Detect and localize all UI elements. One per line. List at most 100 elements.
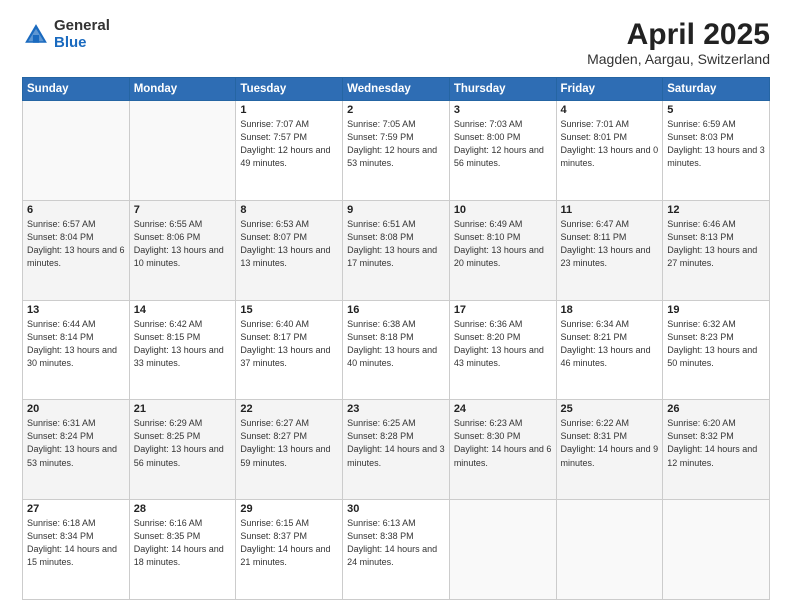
weekday-header-friday: Friday bbox=[556, 78, 663, 101]
calendar-cell bbox=[663, 500, 770, 600]
calendar-cell: 24 Sunrise: 6:23 AM Sunset: 8:30 PM Dayli… bbox=[449, 400, 556, 500]
weekday-header-sunday: Sunday bbox=[23, 78, 130, 101]
day-info: Sunrise: 6:22 AM Sunset: 8:31 PM Dayligh… bbox=[561, 417, 659, 469]
calendar-cell: 17 Sunrise: 6:36 AM Sunset: 8:20 PM Dayli… bbox=[449, 300, 556, 400]
day-number: 29 bbox=[240, 503, 338, 515]
day-info: Sunrise: 6:34 AM Sunset: 8:21 PM Dayligh… bbox=[561, 318, 659, 370]
calendar-cell: 28 Sunrise: 6:16 AM Sunset: 8:35 PM Dayli… bbox=[129, 500, 236, 600]
calendar-cell bbox=[556, 500, 663, 600]
calendar-cell: 19Sunrise: 6:32 AM Sunset: 8:23 PM Dayli… bbox=[663, 300, 770, 400]
day-number: 27 bbox=[27, 503, 125, 515]
day-info: Sunrise: 6:36 AM Sunset: 8:20 PM Dayligh… bbox=[454, 318, 552, 370]
day-info: Sunrise: 6:38 AM Sunset: 8:18 PM Dayligh… bbox=[347, 318, 445, 370]
weekday-header-tuesday: Tuesday bbox=[236, 78, 343, 101]
day-info: Sunrise: 7:07 AM Sunset: 7:57 PM Dayligh… bbox=[240, 118, 338, 170]
day-info: Sunrise: 7:05 AM Sunset: 7:59 PM Dayligh… bbox=[347, 118, 445, 170]
day-number: 25 bbox=[561, 403, 659, 415]
weekday-header-saturday: Saturday bbox=[663, 78, 770, 101]
day-number: 10 bbox=[454, 204, 552, 216]
calendar-table: SundayMondayTuesdayWednesdayThursdayFrid… bbox=[22, 77, 770, 600]
calendar-cell: 25 Sunrise: 6:22 AM Sunset: 8:31 PM Dayli… bbox=[556, 400, 663, 500]
day-number: 9 bbox=[347, 204, 445, 216]
day-info: Sunrise: 6:55 AM Sunset: 8:06 PM Dayligh… bbox=[134, 218, 232, 270]
calendar-cell: 22 Sunrise: 6:27 AM Sunset: 8:27 PM Dayli… bbox=[236, 400, 343, 500]
calendar-cell: 10 Sunrise: 6:49 AM Sunset: 8:10 PM Dayli… bbox=[449, 200, 556, 300]
weekday-header-wednesday: Wednesday bbox=[343, 78, 450, 101]
calendar-cell: 20Sunrise: 6:31 AM Sunset: 8:24 PM Dayli… bbox=[23, 400, 130, 500]
day-info: Sunrise: 6:44 AM Sunset: 8:14 PM Dayligh… bbox=[27, 318, 125, 370]
title-block: April 2025 Magden, Aargau, Switzerland bbox=[587, 18, 770, 67]
day-number: 12 bbox=[667, 204, 765, 216]
day-number: 22 bbox=[240, 403, 338, 415]
day-number: 2 bbox=[347, 104, 445, 116]
day-number: 24 bbox=[454, 403, 552, 415]
day-number: 21 bbox=[134, 403, 232, 415]
location-title: Magden, Aargau, Switzerland bbox=[587, 51, 770, 67]
day-info: Sunrise: 6:15 AM Sunset: 8:37 PM Dayligh… bbox=[240, 517, 338, 569]
calendar-week-row: 1 Sunrise: 7:07 AM Sunset: 7:57 PM Daylig… bbox=[23, 101, 770, 201]
day-number: 5 bbox=[667, 104, 765, 116]
day-info: Sunrise: 6:20 AM Sunset: 8:32 PM Dayligh… bbox=[667, 417, 765, 469]
calendar-cell: 29 Sunrise: 6:15 AM Sunset: 8:37 PM Dayli… bbox=[236, 500, 343, 600]
calendar-cell: 18 Sunrise: 6:34 AM Sunset: 8:21 PM Dayli… bbox=[556, 300, 663, 400]
day-info: Sunrise: 6:16 AM Sunset: 8:35 PM Dayligh… bbox=[134, 517, 232, 569]
day-info: Sunrise: 6:23 AM Sunset: 8:30 PM Dayligh… bbox=[454, 417, 552, 469]
day-info: Sunrise: 6:27 AM Sunset: 8:27 PM Dayligh… bbox=[240, 417, 338, 469]
calendar-cell: 27 Sunrise: 6:18 AM Sunset: 8:34 PM Dayli… bbox=[23, 500, 130, 600]
day-number: 1 bbox=[240, 104, 338, 116]
calendar-cell: 15 Sunrise: 6:40 AM Sunset: 8:17 PM Dayli… bbox=[236, 300, 343, 400]
day-number: 6 bbox=[27, 204, 125, 216]
weekday-header-thursday: Thursday bbox=[449, 78, 556, 101]
calendar-week-row: 27 Sunrise: 6:18 AM Sunset: 8:34 PM Dayli… bbox=[23, 500, 770, 600]
calendar-cell: 1 Sunrise: 7:07 AM Sunset: 7:57 PM Daylig… bbox=[236, 101, 343, 201]
day-number: 28 bbox=[134, 503, 232, 515]
day-info: Sunrise: 6:29 AM Sunset: 8:25 PM Dayligh… bbox=[134, 417, 232, 469]
calendar-cell: 16Sunrise: 6:38 AM Sunset: 8:18 PM Dayli… bbox=[343, 300, 450, 400]
day-info: Sunrise: 6:13 AM Sunset: 8:38 PM Dayligh… bbox=[347, 517, 445, 569]
calendar-cell: 14 Sunrise: 6:42 AM Sunset: 8:15 PM Dayli… bbox=[129, 300, 236, 400]
logo: General Blue bbox=[22, 18, 110, 51]
day-number: 30 bbox=[347, 503, 445, 515]
calendar-cell: 4Sunrise: 7:01 AM Sunset: 8:01 PM Daylig… bbox=[556, 101, 663, 201]
day-number: 23 bbox=[347, 403, 445, 415]
day-info: Sunrise: 6:40 AM Sunset: 8:17 PM Dayligh… bbox=[240, 318, 338, 370]
day-info: Sunrise: 6:25 AM Sunset: 8:28 PM Dayligh… bbox=[347, 417, 445, 469]
calendar-cell: 26Sunrise: 6:20 AM Sunset: 8:32 PM Dayli… bbox=[663, 400, 770, 500]
day-number: 8 bbox=[240, 204, 338, 216]
calendar-cell: 6 Sunrise: 6:57 AM Sunset: 8:04 PM Daylig… bbox=[23, 200, 130, 300]
logo-icon bbox=[22, 21, 50, 49]
day-number: 4 bbox=[561, 104, 659, 116]
header: General Blue April 2025 Magden, Aargau, … bbox=[22, 18, 770, 67]
calendar-cell: 9 Sunrise: 6:51 AM Sunset: 8:08 PM Daylig… bbox=[343, 200, 450, 300]
day-info: Sunrise: 6:53 AM Sunset: 8:07 PM Dayligh… bbox=[240, 218, 338, 270]
calendar-cell: 13 Sunrise: 6:44 AM Sunset: 8:14 PM Dayli… bbox=[23, 300, 130, 400]
day-number: 11 bbox=[561, 204, 659, 216]
calendar-week-row: 13 Sunrise: 6:44 AM Sunset: 8:14 PM Dayli… bbox=[23, 300, 770, 400]
day-number: 13 bbox=[27, 304, 125, 316]
calendar-cell: 3Sunrise: 7:03 AM Sunset: 8:00 PM Daylig… bbox=[449, 101, 556, 201]
day-number: 15 bbox=[240, 304, 338, 316]
calendar-cell bbox=[23, 101, 130, 201]
day-number: 17 bbox=[454, 304, 552, 316]
logo-blue-text: Blue bbox=[54, 35, 110, 52]
day-info: Sunrise: 6:42 AM Sunset: 8:15 PM Dayligh… bbox=[134, 318, 232, 370]
day-info: Sunrise: 7:03 AM Sunset: 8:00 PM Dayligh… bbox=[454, 118, 552, 170]
day-info: Sunrise: 6:18 AM Sunset: 8:34 PM Dayligh… bbox=[27, 517, 125, 569]
page: General Blue April 2025 Magden, Aargau, … bbox=[0, 0, 792, 612]
calendar-cell: 2 Sunrise: 7:05 AM Sunset: 7:59 PM Daylig… bbox=[343, 101, 450, 201]
calendar-cell: 12Sunrise: 6:46 AM Sunset: 8:13 PM Dayli… bbox=[663, 200, 770, 300]
calendar-cell: 21 Sunrise: 6:29 AM Sunset: 8:25 PM Dayli… bbox=[129, 400, 236, 500]
day-info: Sunrise: 6:49 AM Sunset: 8:10 PM Dayligh… bbox=[454, 218, 552, 270]
month-title: April 2025 bbox=[587, 18, 770, 51]
calendar-week-row: 6 Sunrise: 6:57 AM Sunset: 8:04 PM Daylig… bbox=[23, 200, 770, 300]
day-info: Sunrise: 6:57 AM Sunset: 8:04 PM Dayligh… bbox=[27, 218, 125, 270]
weekday-header-row: SundayMondayTuesdayWednesdayThursdayFrid… bbox=[23, 78, 770, 101]
day-number: 14 bbox=[134, 304, 232, 316]
calendar-cell: 23 Sunrise: 6:25 AM Sunset: 8:28 PM Dayli… bbox=[343, 400, 450, 500]
day-info: Sunrise: 6:51 AM Sunset: 8:08 PM Dayligh… bbox=[347, 218, 445, 270]
day-number: 18 bbox=[561, 304, 659, 316]
day-number: 20 bbox=[27, 403, 125, 415]
logo-text: General Blue bbox=[54, 18, 110, 51]
calendar-cell: 8 Sunrise: 6:53 AM Sunset: 8:07 PM Daylig… bbox=[236, 200, 343, 300]
calendar-cell bbox=[449, 500, 556, 600]
